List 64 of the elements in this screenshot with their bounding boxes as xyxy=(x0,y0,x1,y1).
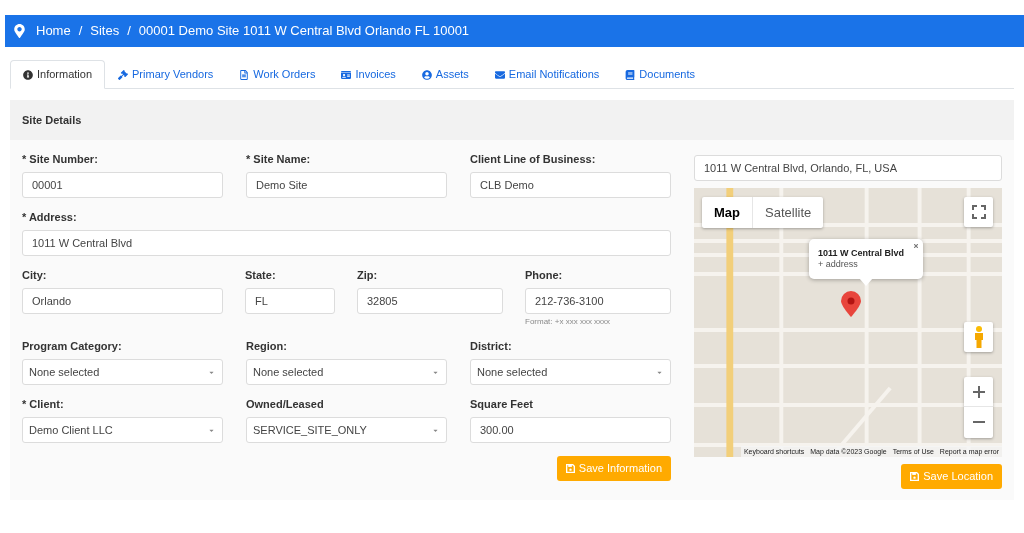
field-hint: Format: +x xxx xxx xxxx xyxy=(525,317,612,327)
select-dropdown[interactable]: Demo Client LLC xyxy=(22,417,223,443)
envelope-icon xyxy=(494,69,505,80)
map-pin-icon xyxy=(14,24,25,38)
text-input[interactable]: Demo Site xyxy=(246,172,447,198)
id-card-icon xyxy=(341,69,352,80)
callout-pointer-icon xyxy=(859,278,873,286)
field-label: Client Line of Business: xyxy=(470,153,597,166)
text-input[interactable]: 212-736-3100 xyxy=(525,288,671,314)
fullscreen-button[interactable] xyxy=(964,197,993,227)
close-icon[interactable] xyxy=(913,243,919,249)
field-label: City: xyxy=(22,269,48,282)
text-input[interactable]: Orlando xyxy=(22,288,223,314)
tab[interactable]: Email Notifications xyxy=(481,60,613,89)
text-input[interactable]: 300.00 xyxy=(470,417,671,443)
text-input[interactable]: 00001 xyxy=(22,172,223,198)
field-label: * Client: xyxy=(22,398,65,411)
tab[interactable]: Assets xyxy=(408,60,482,89)
panel-title: Site Details xyxy=(22,112,82,128)
select-dropdown[interactable]: None selected xyxy=(246,359,447,385)
field-label: Phone: xyxy=(525,269,564,282)
tab[interactable]: Invoices xyxy=(328,60,409,89)
select-dropdown[interactable]: None selected xyxy=(22,359,223,385)
breadcrumb-separator: / xyxy=(127,22,131,41)
text-input[interactable]: 32805 xyxy=(357,288,503,314)
plus-icon xyxy=(972,385,985,398)
field-label: * Site Name: xyxy=(246,153,312,166)
breadcrumb-link[interactable]: Sites xyxy=(90,21,120,41)
document-icon xyxy=(239,69,250,80)
tab[interactable]: Information xyxy=(10,60,106,89)
select-dropdown[interactable]: SERVICE_SITE_ONLY xyxy=(246,417,447,443)
field-label: * Address: xyxy=(22,211,78,224)
field-label: Zip: xyxy=(357,269,379,282)
pegman-icon xyxy=(973,326,984,348)
breadcrumb-separator: / xyxy=(78,22,83,41)
field-label: Square Feet xyxy=(470,398,534,411)
tab[interactable]: Work Orders xyxy=(226,60,329,89)
book-icon xyxy=(625,69,636,80)
gavel-icon xyxy=(118,69,129,80)
select-dropdown[interactable]: None selected xyxy=(470,359,671,385)
save-icon xyxy=(565,464,575,473)
info-window-subtitle: + address xyxy=(818,259,859,270)
breadcrumb-link[interactable]: Home xyxy=(36,21,71,41)
address-search-input[interactable]: 1011 W Central Blvd, Orlando, FL, USA xyxy=(694,155,1002,181)
text-input[interactable]: CLB Demo xyxy=(470,172,671,198)
fullscreen-icon xyxy=(971,205,986,219)
field-label: District: xyxy=(470,340,513,353)
location-marker-icon xyxy=(841,291,861,317)
save-icon xyxy=(910,472,920,481)
field-label: Program Category: xyxy=(22,340,123,353)
field-label: Owned/Leased xyxy=(246,398,325,411)
info-window-title: 1011 W Central Blvd xyxy=(818,248,906,259)
field-label: State: xyxy=(245,269,277,282)
field-label: * Site Number: xyxy=(22,153,99,166)
breadcrumb-current: 00001 Demo Site 1011 W Central Blvd Orlando FL 10001 xyxy=(138,22,470,41)
field-label: Region: xyxy=(246,340,288,353)
minus-icon xyxy=(972,421,985,423)
tab[interactable]: Documents xyxy=(612,60,708,89)
tab[interactable]: Primary Vendors xyxy=(105,60,227,89)
text-input[interactable]: 1011 W Central Blvd xyxy=(22,230,671,256)
text-input[interactable]: FL xyxy=(245,288,335,314)
map-type-tab[interactable]: Map xyxy=(702,197,753,228)
info-icon xyxy=(23,69,33,80)
map-type-tab[interactable]: Satellite xyxy=(753,197,824,228)
